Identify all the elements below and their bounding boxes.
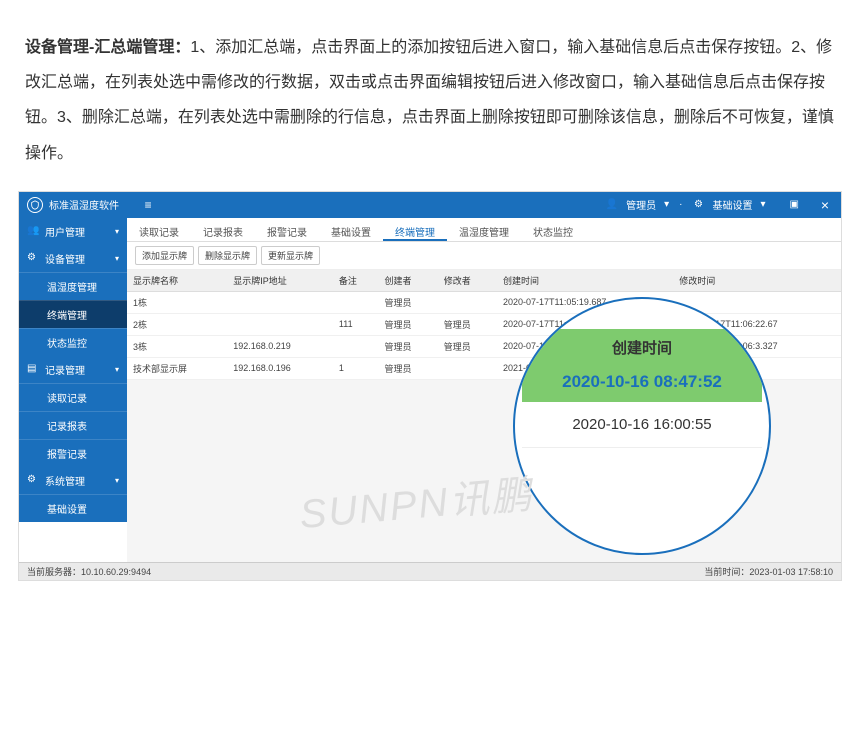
tab-5[interactable]: 温湿度管理 [447,218,521,241]
table-cell: 1栋 [127,291,227,313]
sidebar-section-users[interactable]: 👥 用户管理 ▾ [19,218,127,245]
sidebar-item-terminal[interactable]: 终端管理 [19,300,127,328]
desc-body: 1、添加汇总端，点击界面上的添加按钮后进入窗口，输入基础信息后点击保存按钮。2、… [25,39,834,162]
magnifier-row-1: 2020-10-16 08:47:52 [522,366,762,402]
gear-icon: ⚙ [27,252,39,264]
dropdown-caret[interactable]: ▾ [664,199,669,210]
table-row[interactable]: 2栋111管理员管理员2020-07-17T11:05:29.4572020-0… [127,313,841,335]
sidebar-section-record[interactable]: ▤ 记录管理 ▾ [19,356,127,383]
close-icon[interactable]: × [819,199,831,211]
table-cell: 管理员 [378,357,437,379]
table-cell: 技术部显示屏 [127,357,227,379]
doc-icon: ▤ [27,363,39,375]
table-cell: 2栋 [127,313,227,335]
table-cell [227,291,333,313]
title-bar: 标准温湿度软件 ≡ 👤 管理员 ▾ · ⚙ 基础设置 ▾ ▣ × [19,192,841,218]
sidebar-label: 系统管理 [45,473,85,488]
app-window: 标准温湿度软件 ≡ 👤 管理员 ▾ · ⚙ 基础设置 ▾ ▣ × 👥 用户管理 … [18,191,842,581]
page-description: 设备管理-汇总端管理：1、添加汇总端，点击界面上的添加按钮后进入窗口，输入基础信… [0,0,860,191]
time-label: 当前时间： [704,567,749,577]
table-cell [438,357,497,379]
table-cell [333,335,379,357]
table-cell [333,291,379,313]
table-cell [227,313,333,335]
chevron-down-icon: ▾ [115,365,119,374]
table-header: 创建时间 [497,270,673,292]
tab-bar: 读取记录记录报表报警记录基础设置终端管理温湿度管理状态监控 [127,218,841,242]
desc-title: 设备管理-汇总端管理： [25,39,190,56]
app-logo-icon [27,197,43,213]
table-header: 修改时间 [673,270,841,292]
tab-2[interactable]: 报警记录 [255,218,319,241]
magnifier-row-2: 2020-10-16 16:00:55 [522,402,762,448]
table-header: 备注 [333,270,379,292]
table-cell: 管理员 [378,313,437,335]
table-header: 创建者 [378,270,437,292]
table-cell: 192.168.0.196 [227,357,333,379]
table-cell: 1 [333,357,379,379]
table-cell [438,291,497,313]
tab-6[interactable]: 状态监控 [521,218,585,241]
toolbar-btn-0[interactable]: 添加显示牌 [135,246,194,265]
sidebar-section-device[interactable]: ⚙ 设备管理 ▾ [19,245,127,272]
app-title: 标准温湿度软件 [49,197,138,212]
table-cell: 管理员 [378,335,437,357]
gear-icon: ⚙ [693,199,705,211]
minimize-icon[interactable]: ▣ [790,199,799,210]
magnifier-header: 创建时间 [522,329,762,366]
sidebar-item-report[interactable]: 记录报表 [19,411,127,439]
settings-label[interactable]: 基础设置 [713,197,753,212]
chevron-down-icon: ▾ [115,476,119,485]
table-header: 显示牌IP地址 [227,270,333,292]
sidebar-label: 用户管理 [45,224,85,239]
users-icon: 👥 [27,225,39,237]
user-icon: 👤 [606,199,618,211]
table-cell: 3栋 [127,335,227,357]
chevron-down-icon: ▾ [115,227,119,236]
sidebar-label: 设备管理 [45,251,85,266]
table-header: 显示牌名称 [127,270,227,292]
top-right-controls: 👤 管理员 ▾ · ⚙ 基础设置 ▾ ▣ × [604,197,833,212]
tab-0[interactable]: 读取记录 [127,218,191,241]
sidebar-item-temp[interactable]: 温湿度管理 [19,272,127,300]
user-label[interactable]: 管理员 [626,197,656,212]
table-cell: 111 [333,313,379,335]
table-cell: 管理员 [438,335,497,357]
table-cell: 管理员 [438,313,497,335]
time-value: 2023-01-03 17:58:10 [749,567,833,577]
table-cell: 192.168.0.219 [227,335,333,357]
sidebar-item-status[interactable]: 状态监控 [19,328,127,356]
sidebar-item-alarm[interactable]: 报警记录 [19,439,127,467]
sidebar-item-read[interactable]: 读取记录 [19,383,127,411]
sidebar-item-basic[interactable]: 基础设置 [19,494,127,522]
gear-icon: ⚙ [27,474,39,486]
tab-1[interactable]: 记录报表 [191,218,255,241]
sidebar: 👥 用户管理 ▾ ⚙ 设备管理 ▾ 温湿度管理 终端管理 状态监控 ▤ 记录管理… [19,218,127,562]
chevron-down-icon: ▾ [115,254,119,263]
status-bar: 当前服务器：10.10.60.29:9494 当前时间：2023-01-03 1… [19,562,841,580]
tab-4[interactable]: 终端管理 [383,218,447,241]
sidebar-section-system[interactable]: ⚙ 系统管理 ▾ [19,467,127,494]
menu-toggle-icon[interactable]: ≡ [138,198,158,212]
tab-3[interactable]: 基础设置 [319,218,383,241]
table-row[interactable]: 1栋管理员2020-07-17T11:05:19.687 [127,291,841,313]
magnifier-overlay: 创建时间 2020-10-16 08:47:52 2020-10-16 16:0… [513,297,771,555]
server-value: 10.10.60.29:9494 [81,567,151,577]
toolbar: 添加显示牌删除显示牌更新显示牌 [127,242,841,270]
toolbar-btn-1[interactable]: 删除显示牌 [198,246,257,265]
toolbar-btn-2[interactable]: 更新显示牌 [261,246,320,265]
sidebar-label: 记录管理 [45,362,85,377]
dropdown-caret[interactable]: ▾ [761,199,766,210]
table-header: 修改者 [438,270,497,292]
server-label: 当前服务器： [27,567,81,577]
table-cell: 管理员 [378,291,437,313]
